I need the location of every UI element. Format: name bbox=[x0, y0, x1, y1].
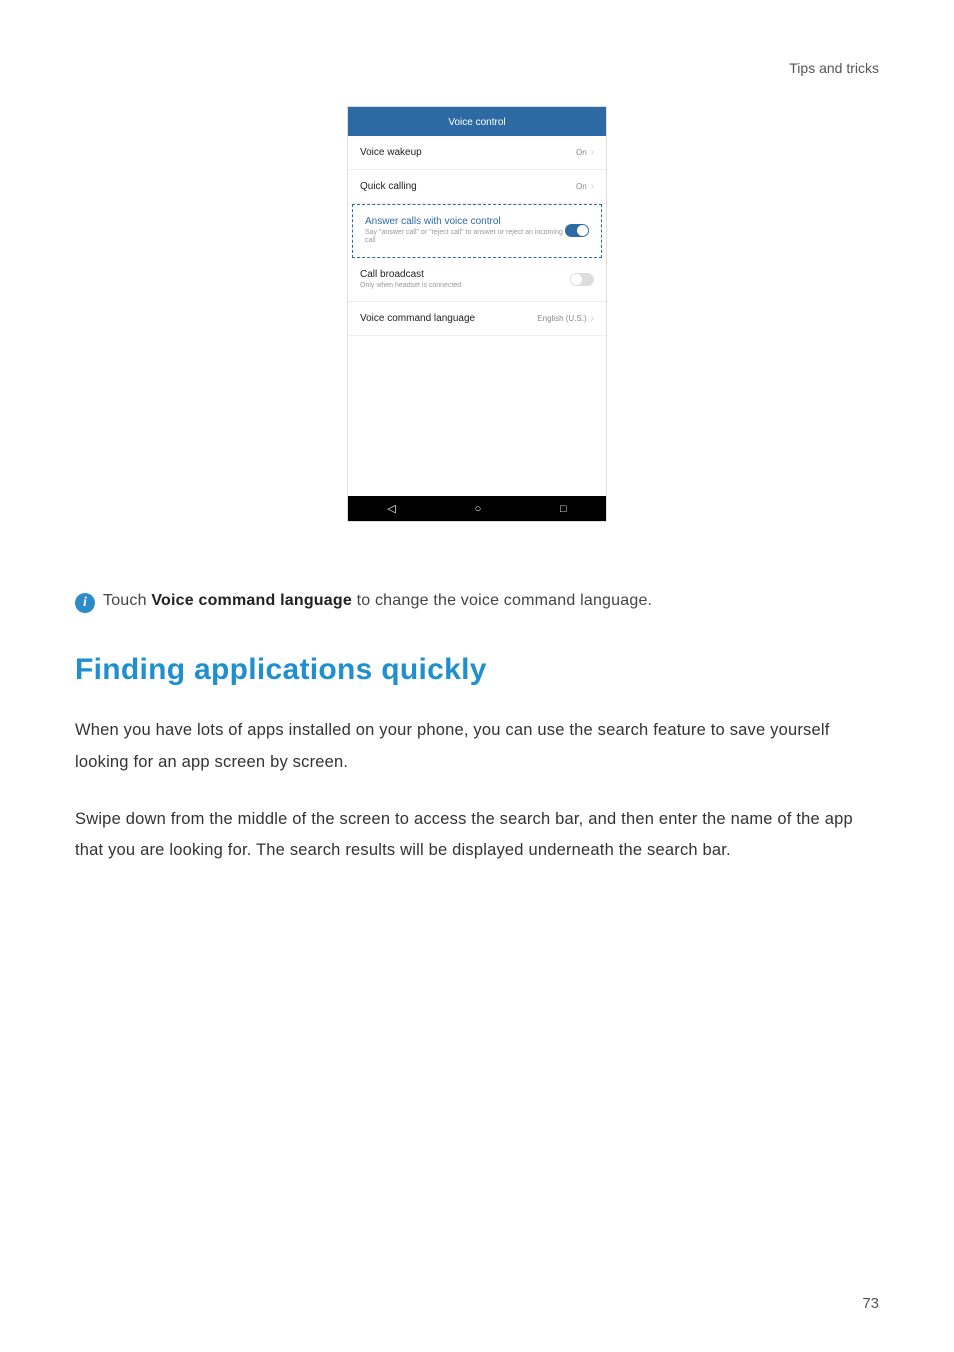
tip-text: Touch Voice command language to change t… bbox=[103, 592, 652, 610]
phone-screenshot: Voice control Voice wakeup On › Quick ca… bbox=[347, 106, 607, 522]
row-label: Voice command language bbox=[360, 313, 475, 324]
toggle-on-icon[interactable] bbox=[565, 224, 589, 237]
row-answer-calls-voice-control[interactable]: Answer calls with voice control Say "ans… bbox=[352, 204, 602, 258]
screen-blank-area bbox=[348, 336, 606, 496]
page-number: 73 bbox=[862, 1295, 879, 1312]
row-voice-wakeup[interactable]: Voice wakeup On › bbox=[348, 136, 606, 170]
row-label: Quick calling bbox=[360, 181, 417, 192]
paragraph: When you have lots of apps installed on … bbox=[75, 715, 879, 778]
row-call-broadcast[interactable]: Call broadcast Only when headset is conn… bbox=[348, 258, 606, 302]
chevron-right-icon: › bbox=[591, 313, 594, 324]
recent-icon[interactable]: □ bbox=[560, 503, 567, 515]
paragraph: Swipe down from the middle of the screen… bbox=[75, 804, 879, 867]
info-tip: i Touch Voice command language to change… bbox=[75, 592, 879, 613]
screen-title: Voice control bbox=[348, 107, 606, 136]
section-header: Tips and tricks bbox=[75, 60, 879, 76]
tip-prefix: Touch bbox=[103, 592, 151, 609]
row-value: On bbox=[576, 148, 587, 157]
chevron-right-icon: › bbox=[591, 181, 594, 192]
toggle-off-icon[interactable] bbox=[570, 273, 594, 286]
row-value: On bbox=[576, 182, 587, 191]
row-label: Call broadcast bbox=[360, 269, 461, 280]
row-sublabel: Only when headset is connected bbox=[360, 282, 461, 290]
tip-suffix: to change the voice command language. bbox=[352, 592, 652, 609]
row-value: English (U.S.) bbox=[537, 314, 586, 323]
row-sublabel: Say "answer call" or "reject call" to an… bbox=[365, 229, 565, 246]
chevron-right-icon: › bbox=[591, 147, 594, 158]
back-icon[interactable]: ◁ bbox=[387, 502, 395, 515]
row-label: Voice wakeup bbox=[360, 147, 422, 158]
row-quick-calling[interactable]: Quick calling On › bbox=[348, 170, 606, 204]
tip-bold: Voice command language bbox=[151, 592, 352, 609]
android-nav-bar: ◁ ○ □ bbox=[348, 496, 606, 521]
row-voice-command-language[interactable]: Voice command language English (U.S.) › bbox=[348, 302, 606, 336]
section-heading: Finding applications quickly bbox=[75, 653, 879, 687]
home-icon[interactable]: ○ bbox=[475, 503, 482, 515]
info-icon: i bbox=[75, 593, 95, 613]
row-label: Answer calls with voice control bbox=[365, 216, 565, 227]
